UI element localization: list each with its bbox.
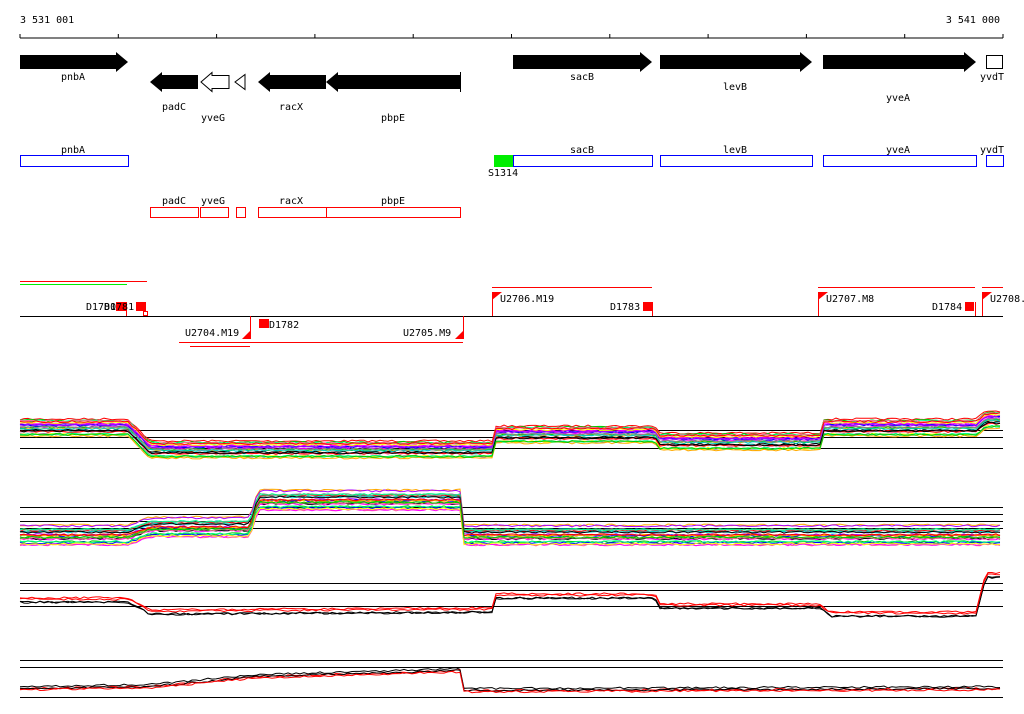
svg-text:yvdT: yvdT: [980, 72, 1004, 83]
upshift-U2706[interactable]: U2706.M19: [492, 292, 554, 316]
gene-yveG[interactable]: yveG: [200, 71, 230, 125]
svg-text:D1783: D1783: [610, 302, 640, 313]
gene-padC[interactable]: padC: [150, 72, 198, 113]
annotation-track-reverse: padC yveG racX pbpE: [150, 196, 461, 218]
svg-text:D1781: D1781: [104, 302, 134, 313]
svg-text:D1782: D1782: [269, 320, 299, 331]
gene-sacB[interactable]: sacB: [513, 52, 652, 83]
svg-text:pnbA: pnbA: [61, 72, 85, 83]
expression-panel: [19, 660, 1003, 698]
svg-text:pnbA: pnbA: [61, 145, 85, 156]
expression-trace: [19, 500, 1001, 539]
gene-yveA[interactable]: yveA: [823, 52, 976, 104]
annot-yvdT[interactable]: yvdT: [980, 145, 1004, 167]
gene-pbpE[interactable]: pbpE: [326, 72, 461, 124]
svg-text:yvdT: yvdT: [980, 145, 1004, 156]
gene-track-reverse: padC yveG racX pbpE: [150, 71, 461, 125]
gene-pnbA[interactable]: pnbA: [20, 52, 128, 83]
annot-sacB[interactable]: sacB: [513, 145, 653, 167]
expression-trace: [19, 573, 1001, 615]
annotation-track-forward: pnbA sacB levB yveA yvdT S1314: [20, 145, 1004, 179]
upshift-U2704[interactable]: U2704.M19: [185, 316, 251, 339]
svg-text:U2704.M19: U2704.M19: [185, 328, 239, 339]
ruler-end: 3 541 000: [946, 15, 1000, 26]
svg-text:sacB: sacB: [570, 145, 594, 156]
svg-text:yveG: yveG: [201, 196, 225, 207]
svg-text:racX: racX: [279, 102, 303, 113]
gene-yvdT[interactable]: yvdT: [980, 55, 1004, 84]
svg-text:yveG: yveG: [201, 113, 225, 124]
svg-text:yveA: yveA: [886, 93, 910, 104]
annot-fragment[interactable]: [236, 207, 246, 218]
expression-panel: [19, 410, 1003, 460]
upshift-U2708[interactable]: U2708.: [982, 292, 1024, 316]
svg-text:yveA: yveA: [886, 145, 910, 156]
svg-text:padC: padC: [162, 102, 186, 113]
gene-levB[interactable]: levB: [660, 52, 812, 93]
annot-racX[interactable]: racX: [258, 196, 327, 218]
upshift-U2705[interactable]: U2705.M9: [403, 316, 464, 339]
downshift-D1784[interactable]: D1784: [932, 302, 976, 316]
upshift-U2707[interactable]: U2707.M8: [818, 292, 874, 316]
genome-browser: 3 531 001 3 541 000 pnbA sacB levB yveA …: [19, 15, 1024, 698]
annot-pnbA[interactable]: pnbA: [20, 145, 129, 167]
downshift-D1782[interactable]: D1782: [259, 319, 299, 331]
svg-text:U2707.M8: U2707.M8: [826, 294, 874, 305]
svg-text:U2708.: U2708.: [990, 294, 1024, 305]
svg-text:padC: padC: [162, 196, 186, 207]
annot-yveG[interactable]: yveG: [200, 196, 229, 218]
svg-text:S1314: S1314: [488, 168, 518, 179]
coordinate-ruler: 3 531 001 3 541 000: [19, 15, 1004, 39]
downshift-D1783[interactable]: D1783: [610, 302, 653, 316]
gene-racX[interactable]: racX: [258, 72, 326, 113]
annot-pbpE[interactable]: pbpE: [326, 196, 461, 218]
svg-text:U2705.M9: U2705.M9: [403, 328, 451, 339]
downshift-D1781[interactable]: D1781: [104, 302, 148, 316]
annot-levB[interactable]: levB: [660, 145, 813, 167]
annot-padC[interactable]: padC: [150, 196, 199, 218]
svg-text:sacB: sacB: [570, 72, 594, 83]
transcription-track: D1780 D1781 D1782 D1783 D1784 U2704.M19 …: [20, 281, 1024, 347]
gene-fragment[interactable]: [234, 73, 246, 91]
expression-panels: [19, 410, 1003, 698]
svg-text:pbpE: pbpE: [381, 196, 405, 207]
svg-text:pbpE: pbpE: [381, 113, 405, 124]
svg-text:D1784: D1784: [932, 302, 962, 313]
svg-text:racX: racX: [279, 196, 303, 207]
ruler-start: 3 531 001: [20, 15, 74, 26]
svg-text:levB: levB: [723, 145, 747, 156]
expression-panel: [19, 488, 1003, 547]
expression-panel: [19, 571, 1003, 618]
svg-text:U2706.M19: U2706.M19: [500, 294, 554, 305]
annot-yveA[interactable]: yveA: [823, 145, 977, 167]
svg-text:levB: levB: [723, 82, 747, 93]
